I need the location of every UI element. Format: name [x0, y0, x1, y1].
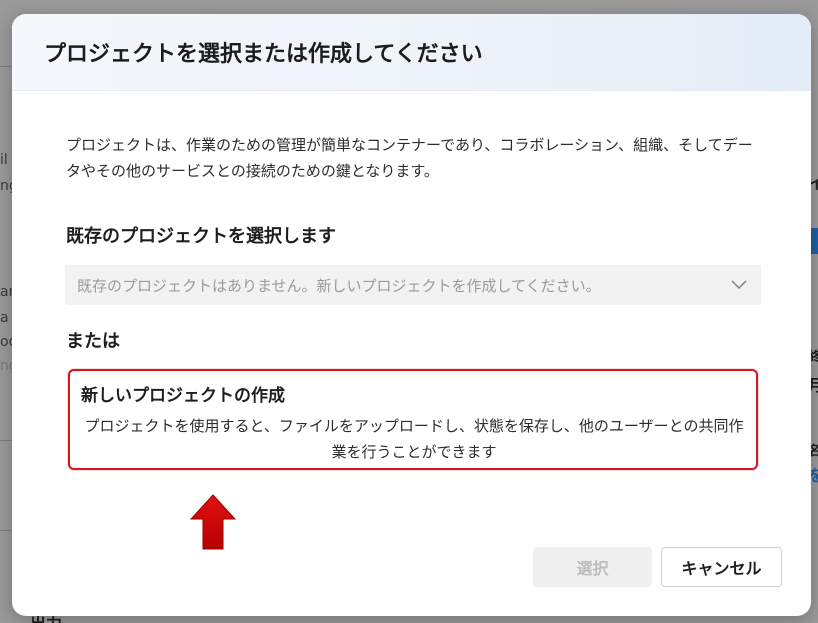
modal-backdrop: il ng an a oo ng イ 終 月 名 を 出力 プロジェクトを選択ま… — [0, 0, 818, 623]
bg-divider — [0, 440, 12, 441]
up-arrow-icon — [190, 494, 236, 550]
create-project-description: プロジェクトを使用すると、ファイルをアップロードし、状態を保存し、他のユーザーと… — [84, 417, 744, 461]
dropdown-value: 既存のプロジェクトはありません。新しいプロジェクトを作成してください。 — [77, 276, 601, 295]
cancel-button[interactable]: キャンセル — [661, 547, 782, 587]
project-dialog: プロジェクトを選択または作成してください プロジェクトは、作業のための管理が簡単… — [12, 14, 811, 616]
dialog-description: プロジェクトは、作業のための管理が簡単なコンテナーであり、コラボレーション、組織… — [66, 136, 753, 180]
bg-divider — [0, 530, 12, 531]
create-project-title: 新しいプロジェクトの作成 — [81, 386, 285, 406]
create-new-project-option[interactable]: 新しいプロジェクトの作成 プロジェクトを使用すると、ファイルをアップロードし、状… — [68, 369, 758, 470]
dialog-header: プロジェクトを選択または作成してください — [12, 14, 811, 91]
select-button[interactable]: 選択 — [533, 547, 652, 587]
bg-divider — [0, 66, 12, 67]
bg-tab-indicator — [810, 228, 818, 254]
chevron-down-icon — [729, 275, 749, 295]
dialog-title: プロジェクトを選択または作成してください — [44, 42, 483, 67]
or-label: または — [66, 331, 120, 352]
bg-text-fragment: il — [0, 152, 8, 168]
bg-text-fragment: a — [0, 310, 9, 326]
existing-project-dropdown[interactable]: 既存のプロジェクトはありません。新しいプロジェクトを作成してください。 — [65, 265, 761, 305]
existing-project-label: 既存のプロジェクトを選択します — [66, 226, 336, 247]
